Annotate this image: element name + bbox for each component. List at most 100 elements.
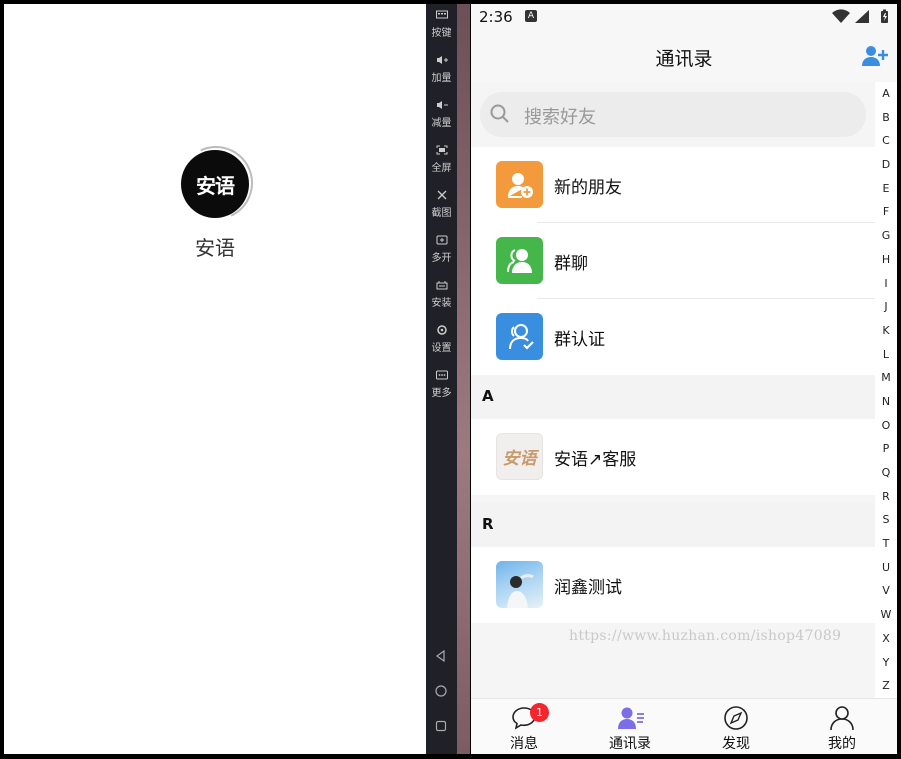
tab-profile[interactable]: 我的 xyxy=(789,699,895,754)
alphabet-letter[interactable]: P xyxy=(875,437,897,461)
alphabet-letter[interactable]: S xyxy=(875,508,897,532)
toolbar-volume-up-button[interactable]: 加量 xyxy=(426,55,457,84)
toolbar-install-button[interactable]: 安装 xyxy=(426,280,457,309)
bottom-tab-bar: 1 消息 通讯录 发现 我的 xyxy=(471,698,897,754)
alphabet-letter[interactable]: H xyxy=(875,248,897,272)
function-label: 新的朋友 xyxy=(554,178,622,198)
emulator-toolbar: 按键 加量 减量 全屏 截图 多开 安装 设置 更多 xyxy=(426,4,457,754)
tab-contacts[interactable]: 通讯录 xyxy=(577,699,683,754)
alphabet-letter[interactable]: D xyxy=(875,153,897,177)
alphabet-letter[interactable]: Y xyxy=(875,651,897,675)
keyboard-icon xyxy=(435,10,448,19)
toolbar-screenshot-label: 截图 xyxy=(431,208,452,219)
tab-label: 通讯录 xyxy=(609,736,651,752)
alphabet-letter[interactable]: O xyxy=(875,414,897,438)
toolbar-settings-button[interactable]: 设置 xyxy=(426,325,457,354)
alphabet-letter[interactable]: U xyxy=(875,556,897,580)
notification-a-icon: A xyxy=(525,10,537,22)
compass-icon xyxy=(724,706,748,730)
search-input[interactable]: 搜索好友 xyxy=(480,92,866,137)
function-row-group-chat[interactable]: 群聊 xyxy=(471,223,875,299)
alphabet-index[interactable]: ABCDEFGHIJKLMNOPQRSTUVWXYZ xyxy=(875,82,897,698)
tab-label: 我的 xyxy=(828,736,856,752)
volume-up-icon xyxy=(436,56,448,64)
home-circle-icon[interactable] xyxy=(434,684,448,698)
avatar-logo-text: 安语 xyxy=(502,449,537,469)
alphabet-letter[interactable]: W xyxy=(875,603,897,627)
alphabet-letter[interactable]: I xyxy=(875,272,897,296)
search-placeholder: 搜索好友 xyxy=(524,107,596,128)
tab-label: 消息 xyxy=(510,736,538,752)
page-title: 通讯录 xyxy=(655,48,713,70)
toolbar-keys-button[interactable]: 按键 xyxy=(426,10,457,39)
alphabet-letter[interactable]: L xyxy=(875,343,897,367)
function-row-group-verify[interactable]: 群认证 xyxy=(471,299,875,375)
toolbar-install-label: 安装 xyxy=(431,298,452,309)
contact-row[interactable]: 润鑫测试 xyxy=(471,547,875,623)
volume-down-icon xyxy=(436,101,448,109)
toolbar-keys-label: 按键 xyxy=(431,28,452,39)
section-header-a: A xyxy=(471,375,875,419)
alphabet-letter[interactable]: V xyxy=(875,579,897,603)
app-launcher-label[interactable]: 安语 xyxy=(174,232,256,261)
function-label: 群聊 xyxy=(554,254,588,274)
toolbar-volume-down-button[interactable]: 减量 xyxy=(426,100,457,129)
multi-instance-icon xyxy=(436,235,447,245)
toolbar-more-label: 更多 xyxy=(431,388,452,399)
contact-avatar xyxy=(496,561,543,608)
app-launcher-icon[interactable]: 安语 xyxy=(168,135,264,231)
toolbar-multi-button[interactable]: 多开 xyxy=(426,235,457,264)
phone-screen: 2:36 A 通讯录 搜索好友 新的朋友 群聊 群认证 A 安语 安语↗客服 R… xyxy=(471,4,897,754)
contact-row[interactable]: 安语 安语↗客服 xyxy=(471,419,875,495)
recent-square-icon[interactable] xyxy=(434,719,448,733)
add-contact-icon[interactable] xyxy=(861,44,889,68)
group-chat-icon xyxy=(496,237,543,284)
function-row-new-friend[interactable]: 新的朋友 xyxy=(471,147,875,223)
back-triangle-icon[interactable] xyxy=(434,649,448,663)
status-time: 2:36 xyxy=(479,8,513,26)
window-gutter xyxy=(457,4,470,754)
status-icons xyxy=(832,9,888,23)
contacts-icon xyxy=(618,707,644,729)
more-icon xyxy=(435,370,448,380)
alphabet-letter[interactable]: R xyxy=(875,485,897,509)
tab-discover[interactable]: 发现 xyxy=(683,699,789,754)
alphabet-letter[interactable]: C xyxy=(875,129,897,153)
toolbar-screenshot-button[interactable]: 截图 xyxy=(426,190,457,219)
alphabet-letter[interactable]: J xyxy=(875,295,897,319)
signal-icon xyxy=(855,10,869,23)
alphabet-letter[interactable]: A xyxy=(875,82,897,106)
loading-ring xyxy=(168,135,264,231)
alphabet-letter[interactable]: G xyxy=(875,224,897,248)
alphabet-letter[interactable]: M xyxy=(875,366,897,390)
alphabet-letter[interactable]: N xyxy=(875,390,897,414)
alphabet-letter[interactable]: Z xyxy=(875,674,897,698)
alphabet-letter[interactable]: F xyxy=(875,200,897,224)
search-icon xyxy=(490,104,509,123)
alphabet-letter[interactable]: B xyxy=(875,106,897,130)
toolbar-fullscreen-button[interactable]: 全屏 xyxy=(426,145,457,174)
desktop-frame: 安语 安语 按键 加量 减量 全屏 截图 多开 安装 设置 更多 2:36 A … xyxy=(0,0,901,759)
gear-icon xyxy=(436,325,447,335)
function-label: 群认证 xyxy=(554,330,605,350)
section-header-r: R xyxy=(471,503,875,547)
status-bar: 2:36 A xyxy=(471,4,897,30)
alphabet-letter[interactable]: E xyxy=(875,177,897,201)
toolbar-more-button[interactable]: 更多 xyxy=(426,370,457,399)
section-letter: R xyxy=(482,515,494,533)
user-icon xyxy=(830,706,854,731)
contacts-header: 通讯录 xyxy=(471,30,897,82)
alphabet-letter[interactable]: T xyxy=(875,532,897,556)
tab-messages[interactable]: 1 消息 xyxy=(471,699,577,754)
unread-badge: 1 xyxy=(530,703,549,722)
group-verify-icon xyxy=(496,313,543,360)
toolbar-volume-up-label: 加量 xyxy=(431,73,452,84)
alphabet-letter[interactable]: Q xyxy=(875,461,897,485)
alphabet-letter[interactable]: K xyxy=(875,319,897,343)
contact-avatar: 安语 xyxy=(496,433,543,480)
contacts-list: 搜索好友 新的朋友 群聊 群认证 A 安语 安语↗客服 R 润鑫测试 https… xyxy=(471,82,875,698)
alphabet-letter[interactable]: X xyxy=(875,627,897,651)
battery-icon xyxy=(881,9,888,23)
scissors-icon xyxy=(437,190,446,200)
new-friend-icon xyxy=(496,161,543,208)
